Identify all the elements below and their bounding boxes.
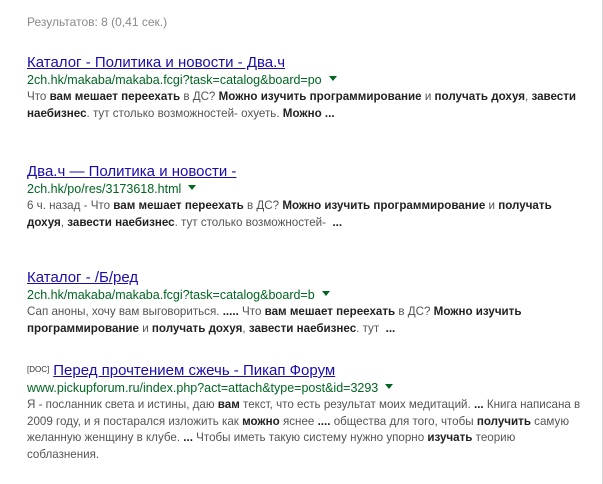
result-url: 2ch.hk/makaba/makaba.fcgi?task=catalog&b… xyxy=(27,73,322,87)
result-title-row: Каталог - /Б/ред xyxy=(27,269,587,287)
result-title-link[interactable]: Каталог - Политика и новости - Два.ч xyxy=(27,54,285,71)
caret-down-icon[interactable] xyxy=(321,291,330,297)
result-url-row: 2ch.hk/makaba/makaba.fcgi?task=catalog&b… xyxy=(27,72,587,88)
result-title-row: Два.ч — Политика и новости - xyxy=(27,163,587,181)
caret-down-icon[interactable] xyxy=(385,384,394,390)
result-title-link[interactable]: Перед прочтением сжечь - Пикап Форум xyxy=(53,362,335,379)
caret-down-icon[interactable] xyxy=(188,185,197,191)
result-url: 2ch.hk/po/res/3173618.html xyxy=(27,182,182,196)
result-snippet: Что вам мешает переехать в ДС? Можно изу… xyxy=(27,90,577,120)
result-title-row: Каталог - Политика и новости - Два.ч xyxy=(27,54,587,72)
result-url-row: 2ch.hk/makaba/makaba.fcgi?task=catalog&b… xyxy=(27,287,587,303)
result-snippet: 6 ч. назад - Что вам мешает переехать в … xyxy=(27,199,552,229)
search-result: Каталог - /Б/ред 2ch.hk/makaba/makaba.fc… xyxy=(27,269,587,337)
result-stats: Результатов: 8 (0,41 сек.) xyxy=(27,15,168,29)
result-url-row: 2ch.hk/po/res/3173618.html xyxy=(27,181,587,197)
result-title-row: [DOC] Перед прочтением сжечь - Пикап Фору… xyxy=(27,362,587,380)
doc-type-badge: [DOC] xyxy=(27,365,50,374)
result-title-link[interactable]: Два.ч — Политика и новости - xyxy=(27,163,236,180)
result-url: 2ch.hk/makaba/makaba.fcgi?task=catalog&b… xyxy=(27,288,315,302)
search-result: [DOC] Перед прочтением сжечь - Пикап Фору… xyxy=(27,362,587,463)
result-snippet: Я - посланник света и истины, даю вам те… xyxy=(27,398,581,461)
result-snippet: Сап аноны, хочу вам выговориться. ..... … xyxy=(27,305,522,335)
search-result: Каталог - Политика и новости - Два.ч 2ch… xyxy=(27,54,587,122)
search-results-page: Результатов: 8 (0,41 сек.) Каталог - Пол… xyxy=(0,0,603,484)
search-result: Два.ч — Политика и новости - 2ch.hk/po/r… xyxy=(27,163,587,231)
result-url: www.pickupforum.ru/index.php?act=attach&… xyxy=(27,381,379,395)
result-url-row: www.pickupforum.ru/index.php?act=attach&… xyxy=(27,380,587,396)
caret-down-icon[interactable] xyxy=(328,76,337,82)
result-title-link[interactable]: Каталог - /Б/ред xyxy=(27,269,138,286)
